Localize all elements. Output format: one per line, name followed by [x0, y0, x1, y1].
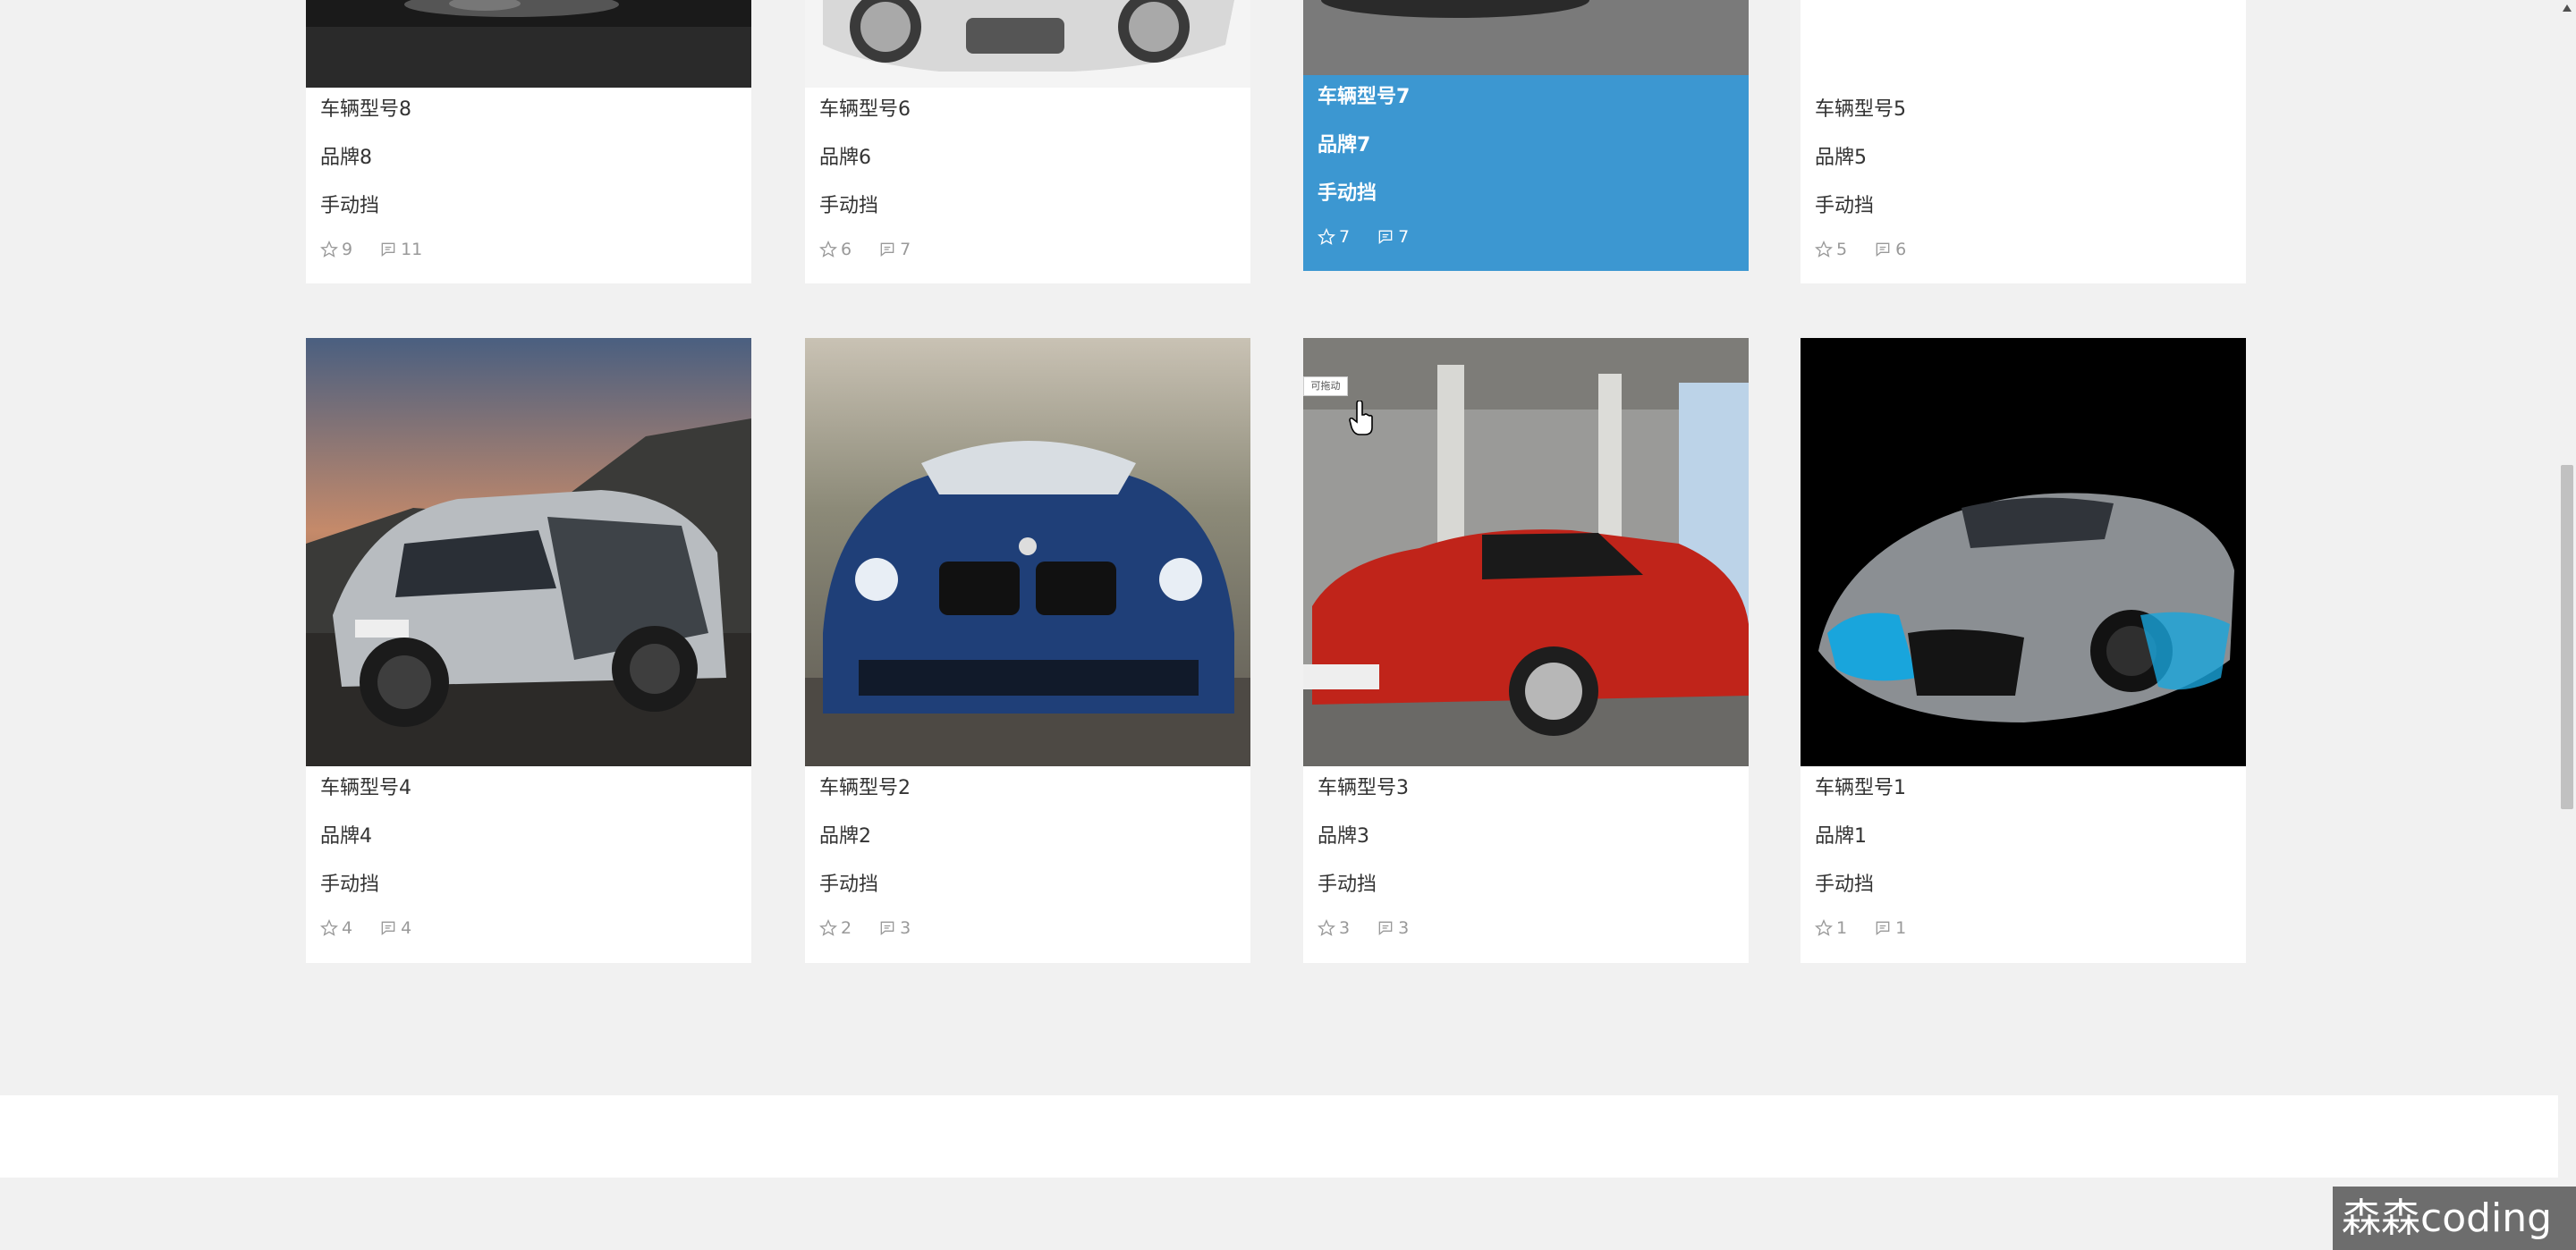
car-card[interactable]: 车辆型号1 品牌1 手动挡 1 1	[1801, 338, 2246, 963]
comment-count[interactable]: 7	[878, 240, 911, 259]
car-model: 车辆型号2	[819, 777, 911, 799]
car-transmission: 手动挡	[819, 874, 879, 896]
favorite-count[interactable]: 9	[320, 240, 352, 259]
car-model: 车辆型号8	[320, 98, 411, 121]
car-image[interactable]	[1801, 0, 2246, 88]
car-image[interactable]	[1303, 0, 1749, 75]
car-card[interactable]: 车辆型号2 品牌2 手动挡 2 3	[805, 338, 1250, 963]
scrollbar-thumb[interactable]	[2561, 465, 2573, 809]
comment-icon	[1378, 230, 1393, 245]
car-card[interactable]: 车辆型号6 品牌6 手动挡 6 7	[805, 0, 1250, 283]
comment-count[interactable]: 7	[1377, 227, 1409, 247]
car-transmission: 手动挡	[1815, 195, 1875, 217]
car-image[interactable]	[805, 338, 1250, 766]
star-icon	[1815, 919, 1833, 936]
car-model: 车辆型号7	[1318, 86, 1411, 108]
car-image[interactable]	[1801, 338, 2246, 766]
car-brand: 品牌2	[819, 825, 871, 848]
car-card[interactable]: 车辆型号8 品牌8 手动挡 9 11	[306, 0, 751, 283]
car-model: 车辆型号4	[320, 777, 411, 799]
car-brand: 品牌3	[1318, 825, 1369, 848]
favorite-count[interactable]: 2	[819, 918, 852, 938]
car-transmission: 手动挡	[1318, 874, 1377, 896]
favorite-count[interactable]: 6	[819, 240, 852, 259]
watermark: 森森coding	[2333, 1187, 2576, 1250]
car-brand: 品牌1	[1815, 825, 1867, 848]
car-image[interactable]	[306, 338, 751, 766]
car-model: 车辆型号5	[1815, 98, 1906, 121]
vertical-scrollbar[interactable]	[2558, 0, 2576, 1250]
comment-icon	[880, 921, 894, 936]
star-icon	[1815, 241, 1833, 258]
star-icon	[320, 919, 338, 936]
car-transmission: 手动挡	[320, 195, 380, 217]
car-card-hovered[interactable]: 车辆型号7 品牌7 手动挡 7 7	[1303, 0, 1749, 271]
comment-icon	[1378, 921, 1393, 936]
comment-icon	[381, 921, 395, 936]
car-card[interactable]: 车辆型号4 品牌4 手动挡 4 4	[306, 338, 751, 963]
favorite-count[interactable]: 1	[1815, 918, 1847, 938]
car-brand: 品牌6	[819, 147, 871, 169]
favorite-count[interactable]: 3	[1318, 918, 1350, 938]
star-icon	[320, 241, 338, 258]
car-transmission: 手动挡	[320, 874, 380, 896]
car-transmission: 手动挡	[1318, 182, 1377, 205]
comment-count[interactable]: 3	[878, 918, 911, 938]
star-icon	[819, 919, 837, 936]
comment-count[interactable]: 3	[1377, 918, 1409, 938]
car-transmission: 手动挡	[1815, 874, 1875, 896]
favorite-count[interactable]: 4	[320, 918, 352, 938]
drag-tooltip: 可拖动	[1303, 376, 1348, 396]
car-image[interactable]	[805, 0, 1250, 88]
car-brand: 品牌7	[1318, 134, 1371, 156]
car-brand: 品牌8	[320, 147, 372, 169]
star-icon	[1318, 228, 1335, 245]
car-grid: 车辆型号8 品牌8 手动挡 9 11 车辆型号6 品牌6 手动挡 6 7 车辆型…	[0, 0, 2558, 1100]
comment-icon	[1876, 242, 1890, 258]
comment-count[interactable]: 11	[379, 240, 422, 259]
car-model: 车辆型号1	[1815, 777, 1906, 799]
scroll-up-arrow-icon[interactable]	[2562, 4, 2572, 13]
comment-count[interactable]: 1	[1874, 918, 1906, 938]
comment-count[interactable]: 4	[379, 918, 411, 938]
hand-pointer-icon	[1349, 401, 1373, 435]
comment-count[interactable]: 6	[1874, 240, 1906, 259]
star-icon	[819, 241, 837, 258]
car-brand: 品牌4	[320, 825, 372, 848]
comment-icon	[880, 242, 894, 258]
favorite-count[interactable]: 7	[1318, 227, 1350, 247]
car-model: 车辆型号3	[1318, 777, 1409, 799]
car-transmission: 手动挡	[819, 195, 879, 217]
car-brand: 品牌5	[1815, 147, 1867, 169]
comment-icon	[1876, 921, 1890, 936]
car-image[interactable]	[306, 0, 751, 88]
footer-bar	[0, 1095, 2558, 1178]
comment-icon	[381, 242, 395, 258]
star-icon	[1318, 919, 1335, 936]
car-card[interactable]: 车辆型号5 品牌5 手动挡 5 6	[1801, 0, 2246, 283]
car-model: 车辆型号6	[819, 98, 911, 121]
favorite-count[interactable]: 5	[1815, 240, 1847, 259]
